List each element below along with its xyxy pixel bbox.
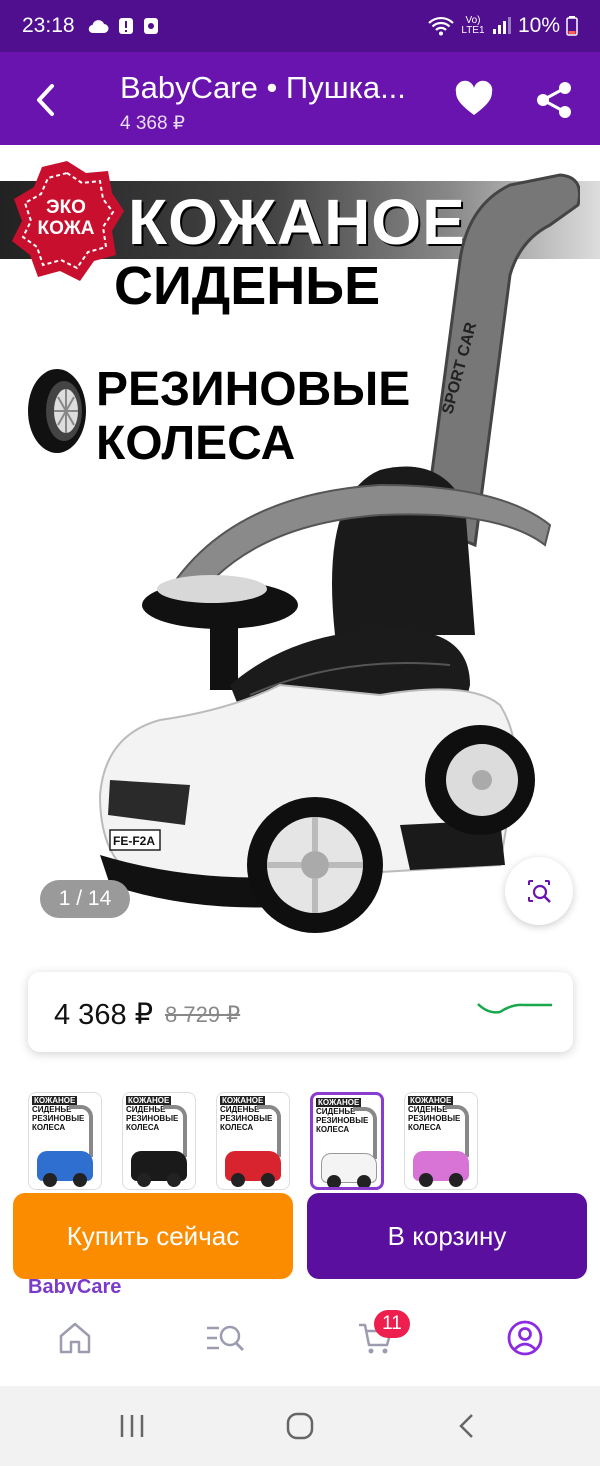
app-bar: BabyCare • Пушка... 4 368 ₽ [0, 52, 600, 145]
battery-percent: 10% [517, 14, 560, 37]
battery-icon [566, 16, 578, 36]
cloud-icon [88, 20, 109, 34]
thumbnail-handle [163, 1105, 187, 1157]
app-notification-icon [143, 18, 158, 34]
tire-icon [28, 369, 86, 453]
system-back-icon[interactable] [455, 1412, 479, 1440]
product-image-gallery[interactable]: ЭКО КОЖА КОЖАНОЕ СИДЕНЬЕ РЕЗИНОВЫЕ КОЛЕС… [0, 145, 600, 945]
thumbnail-pink[interactable]: КОЖАНОЕ СИДЕНЬЕ РЕЗИНОВЫЕ КОЛЕСА [404, 1092, 478, 1190]
wifi-icon [428, 16, 454, 36]
status-right: Vo) LTE1 10% [428, 14, 578, 38]
thumbnail-wheel [419, 1173, 433, 1187]
status-time: 23:18 [22, 14, 75, 37]
thumbnail-red[interactable]: КОЖАНОЕ СИДЕНЬЕ РЕЗИНОВЫЕ КОЛЕСА [216, 1092, 290, 1190]
price-card[interactable]: 4 368 ₽ 8 729 ₽ [28, 972, 573, 1052]
page-title: BabyCare • Пушка... [120, 70, 406, 105]
thumbnail-handle [445, 1105, 469, 1157]
favorite-heart-icon[interactable] [454, 80, 494, 120]
image-counter: 1 / 14 [40, 880, 130, 918]
buy-now-button[interactable]: Купить сейчас [13, 1193, 293, 1279]
thumbnail-strip: КОЖАНОЕ СИДЕНЬЕ РЕЗИНОВЫЕ КОЛЕСА КОЖАНОЕ СИД… [28, 1092, 600, 1192]
thumbnail-wheel [43, 1173, 57, 1187]
recent-apps-icon[interactable] [117, 1412, 147, 1440]
thumbnail-wheel [449, 1173, 463, 1187]
image-search-button[interactable] [505, 857, 573, 925]
thumbnail-handle [353, 1107, 377, 1159]
ride-on-car-image: SPORT CAR FE-F2A [98, 173, 580, 933]
image-search-icon [528, 880, 551, 903]
catalog-search-icon[interactable] [205, 1318, 245, 1358]
profile-icon[interactable] [505, 1318, 545, 1358]
signal-icon [492, 17, 511, 34]
thumbnail-black[interactable]: КОЖАНОЕ СИДЕНЬЕ РЕЗИНОВЫЕ КОЛЕСА [122, 1092, 196, 1190]
old-price: 8 729 ₽ [165, 1002, 241, 1027]
cart-count-badge: 11 [374, 1310, 410, 1338]
lte-label: Vo) LTE1 [461, 15, 485, 36]
bottom-navigation: 11 [0, 1294, 600, 1386]
thumbnail-wheel [357, 1175, 371, 1187]
thumbnail-handle [69, 1105, 93, 1157]
back-arrow-icon[interactable] [28, 80, 68, 120]
home-button-icon[interactable] [284, 1411, 316, 1441]
page-subtitle-price: 4 368 ₽ [120, 113, 185, 134]
status-notification-icons [87, 17, 159, 35]
status-bar: 23:18 Vo) LTE1 10% [0, 0, 600, 52]
system-navigation-bar [0, 1386, 600, 1466]
thumbnail-wheel [327, 1175, 341, 1187]
thumbnail-handle [257, 1105, 281, 1157]
thumbnail-wheel [231, 1173, 245, 1187]
alert-icon [118, 18, 133, 34]
thumbnail-wheel [261, 1173, 275, 1187]
thumbnail-wheel [73, 1173, 87, 1187]
thumbnail-blue[interactable]: КОЖАНОЕ СИДЕНЬЕ РЕЗИНОВЫЕ КОЛЕСА [28, 1092, 102, 1190]
add-to-cart-button[interactable]: В корзину [307, 1193, 587, 1279]
price-history-sparkline-icon [477, 1003, 552, 1014]
thumbnail-wheel [167, 1173, 181, 1187]
license-plate-text: FE-F2A [113, 834, 155, 848]
share-icon[interactable] [534, 80, 574, 120]
thumbnail-white-selected[interactable]: КОЖАНОЕ СИДЕНЬЕ РЕЗИНОВЫЕ КОЛЕСА [310, 1092, 384, 1190]
home-icon[interactable] [55, 1318, 95, 1358]
thumbnail-wheel [137, 1173, 151, 1187]
current-price: 4 368 ₽ [54, 999, 154, 1031]
